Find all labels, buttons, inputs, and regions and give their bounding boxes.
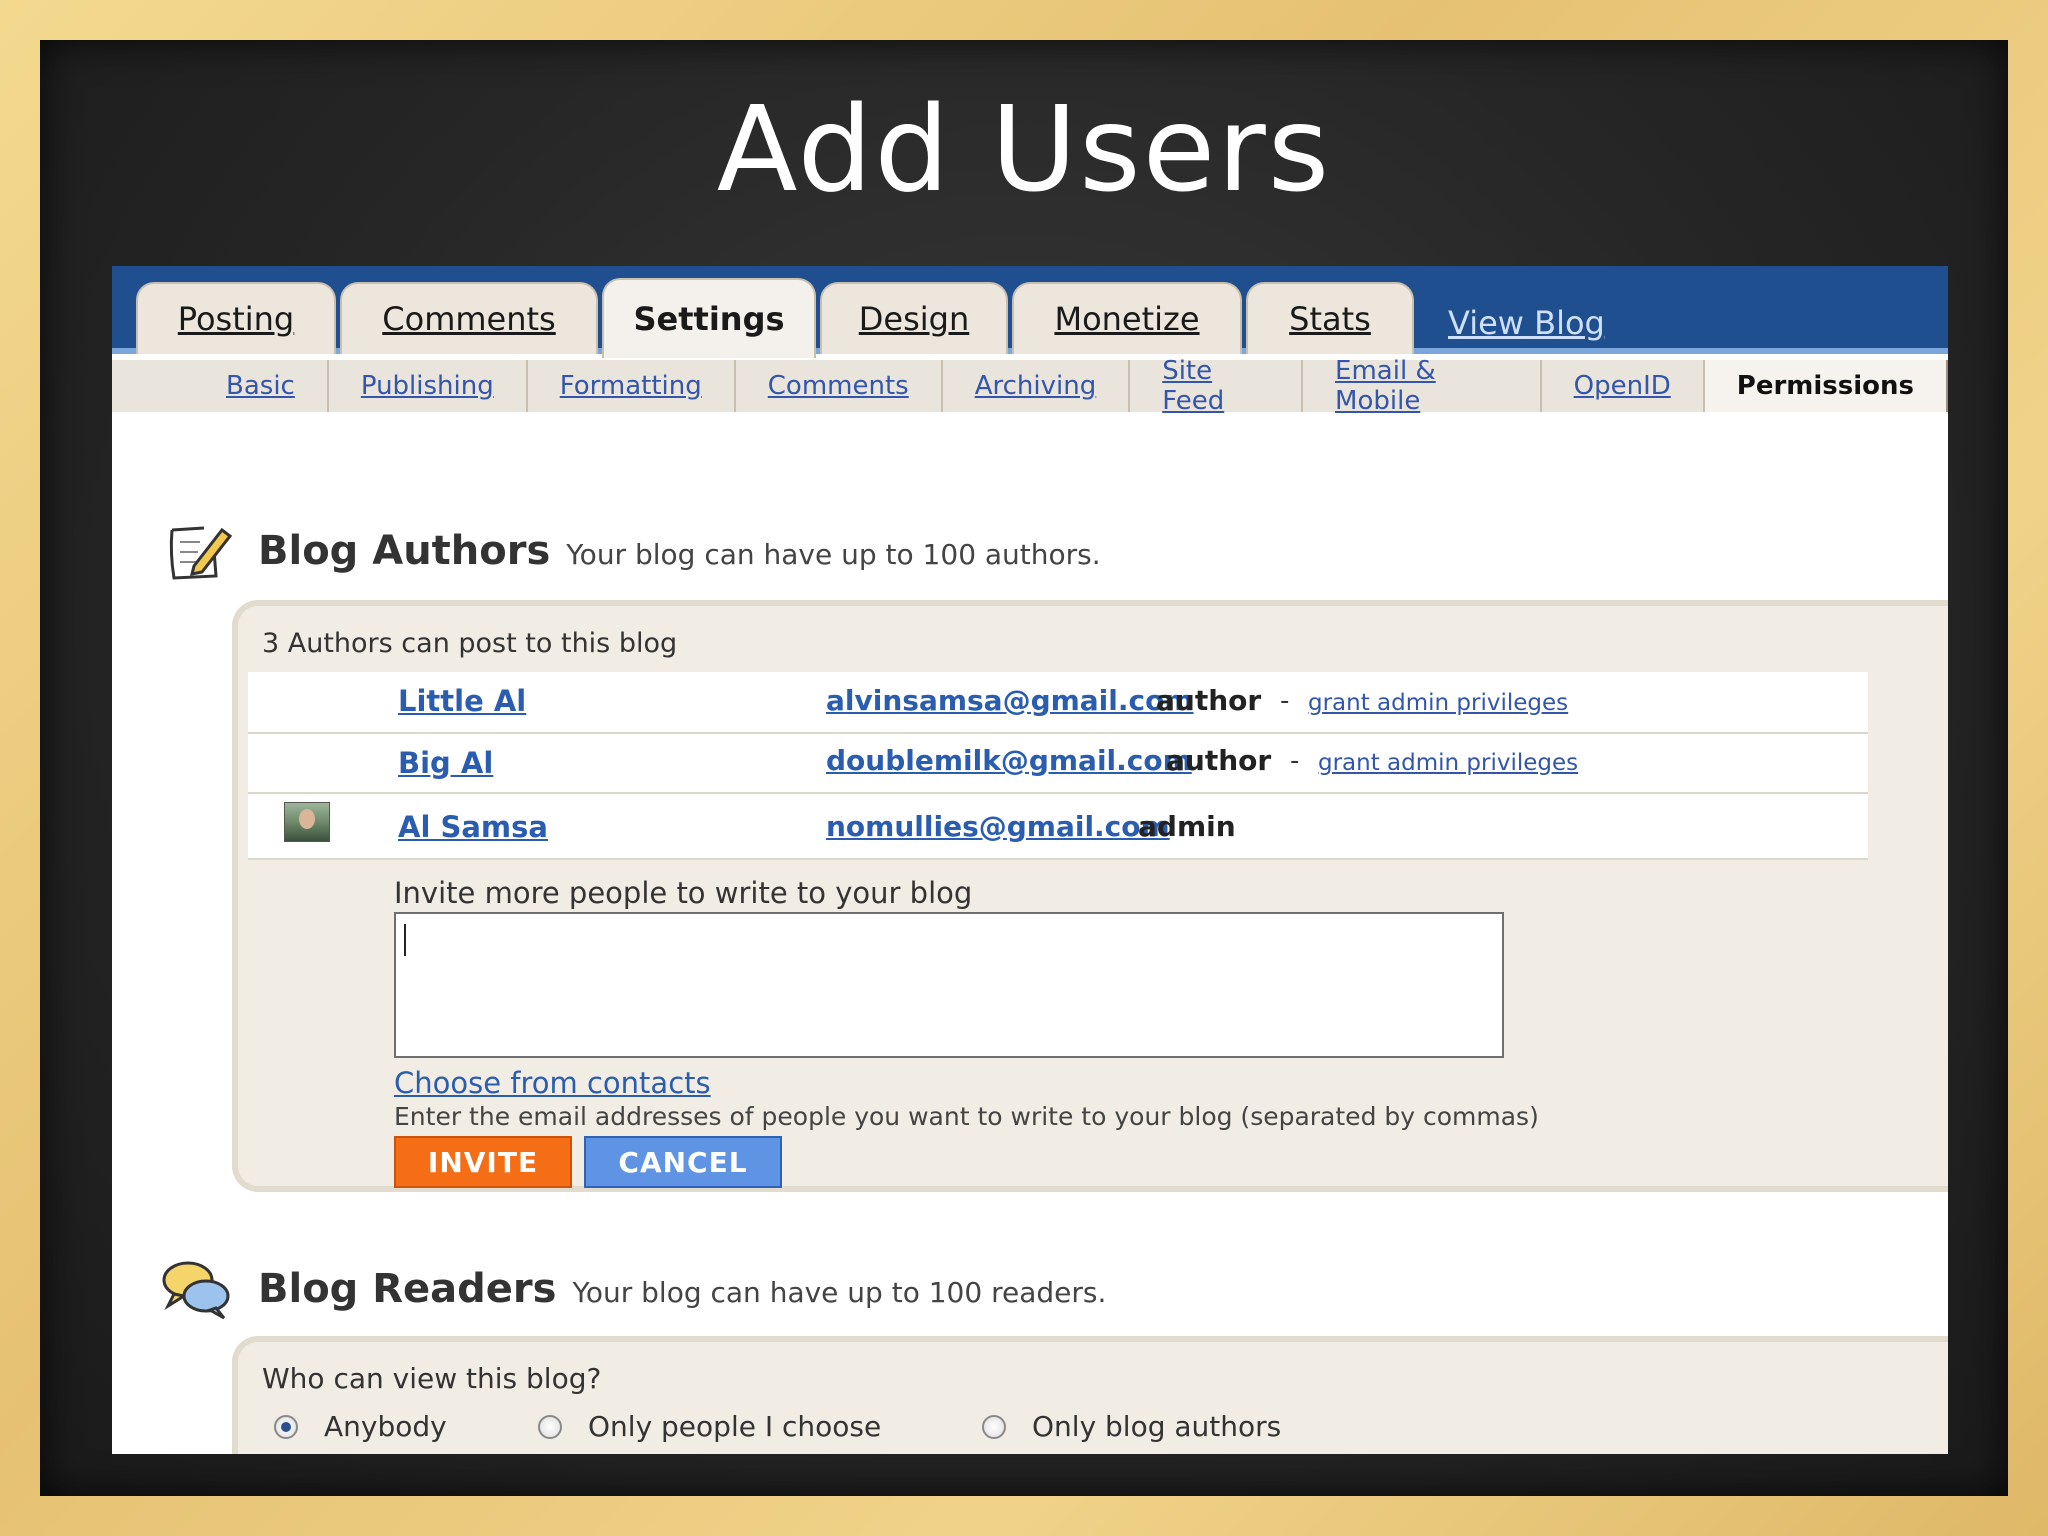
edit-document-icon	[164, 520, 234, 584]
authors-count: 3 Authors can post to this blog	[262, 628, 678, 659]
separator: -	[1290, 746, 1300, 776]
author-role: author	[1156, 684, 1262, 717]
separator: -	[1280, 686, 1290, 716]
author-name-link[interactable]: Al Samsa	[398, 810, 548, 844]
subnav-formatting[interactable]: Formatting	[528, 360, 736, 412]
subnav-publishing[interactable]: Publishing	[329, 360, 528, 412]
authors-heading: Blog Authors Your blog can have up to 10…	[258, 528, 1101, 574]
radio-button[interactable]	[982, 1414, 1006, 1439]
author-name-link[interactable]: Big Al	[398, 746, 493, 780]
text-caret	[404, 924, 406, 956]
tab-monetize[interactable]: Monetize	[1012, 282, 1242, 354]
authors-title: Blog Authors	[258, 528, 551, 574]
subnav-comments[interactable]: Comments	[736, 360, 943, 412]
readers-card: Who can view this blog? Anybody Only peo…	[232, 1336, 1948, 1454]
radio-only-blog-authors[interactable]: Only blog authors	[982, 1410, 1281, 1443]
radio-label: Anybody	[324, 1410, 447, 1443]
invite-button[interactable]: INVITE	[394, 1136, 572, 1188]
view-blog-link[interactable]: View Blog	[1448, 304, 1605, 342]
table-row: Al Samsa nomullies@gmail.com admin	[248, 794, 1868, 860]
table-row: Big Al doublemilk@gmail.com author - gra…	[248, 734, 1868, 794]
authors-card: 3 Authors can post to this blog Little A…	[232, 600, 1948, 1192]
tab-stats[interactable]: Stats	[1246, 282, 1414, 354]
tab-posting[interactable]: Posting	[136, 282, 336, 354]
readers-question: Who can view this blog?	[262, 1362, 602, 1395]
subnav-openid[interactable]: OpenID	[1542, 360, 1705, 412]
tab-comments[interactable]: Comments	[340, 282, 598, 354]
radio-only-people-i-choose[interactable]: Only people I choose	[538, 1410, 881, 1443]
readers-heading: Blog Readers Your blog can have up to 10…	[258, 1266, 1106, 1312]
choose-contacts-link[interactable]: Choose from contacts	[394, 1066, 711, 1100]
invite-label: Invite more people to write to your blog	[394, 876, 973, 910]
readers-title: Blog Readers	[258, 1266, 557, 1312]
grant-admin-link[interactable]: grant admin privileges	[1308, 690, 1568, 716]
table-row: Little Al alvinsamsa@gmail.com author - …	[248, 672, 1868, 734]
top-tab-bar: Posting Comments Settings Design Monetiz…	[112, 266, 1948, 358]
radio-label: Only people I choose	[588, 1410, 882, 1443]
author-role: author	[1166, 744, 1272, 777]
invite-emails-input[interactable]	[394, 912, 1504, 1058]
radio-anybody[interactable]: Anybody	[274, 1410, 447, 1443]
blogger-screenshot: Posting Comments Settings Design Monetiz…	[112, 266, 1948, 1454]
slide-title: Add Users	[716, 80, 1332, 218]
settings-subnav: Basic Publishing Formatting Comments Arc…	[112, 356, 1948, 416]
subnav-archiving[interactable]: Archiving	[943, 360, 1131, 412]
subnav-basic[interactable]: Basic	[194, 360, 329, 412]
author-email-link[interactable]: nomullies@gmail.com	[826, 810, 1170, 843]
radio-label: Only blog authors	[1032, 1410, 1282, 1443]
tab-settings[interactable]: Settings	[602, 278, 816, 358]
author-name-link[interactable]: Little Al	[398, 684, 526, 718]
radio-button[interactable]	[274, 1414, 298, 1439]
author-email-link[interactable]: alvinsamsa@gmail.com	[826, 684, 1194, 717]
grant-admin-link[interactable]: grant admin privileges	[1318, 750, 1578, 776]
readers-subtitle: Your blog can have up to 100 readers.	[572, 1276, 1107, 1309]
subnav-site-feed[interactable]: Site Feed	[1130, 356, 1304, 416]
subnav-permissions[interactable]: Permissions	[1704, 360, 1948, 412]
authors-subtitle: Your blog can have up to 100 authors.	[566, 538, 1101, 571]
invite-hint: Enter the email addresses of people you …	[394, 1102, 1539, 1131]
radio-button[interactable]	[538, 1414, 562, 1439]
speech-bubbles-icon	[160, 1258, 232, 1320]
subnav-email-mobile[interactable]: Email & Mobile	[1303, 356, 1542, 416]
tab-design[interactable]: Design	[820, 282, 1008, 354]
cancel-button[interactable]: CANCEL	[584, 1136, 782, 1188]
author-email-link[interactable]: doublemilk@gmail.com	[826, 744, 1192, 777]
author-role: admin	[1138, 810, 1236, 843]
avatar	[284, 802, 330, 842]
